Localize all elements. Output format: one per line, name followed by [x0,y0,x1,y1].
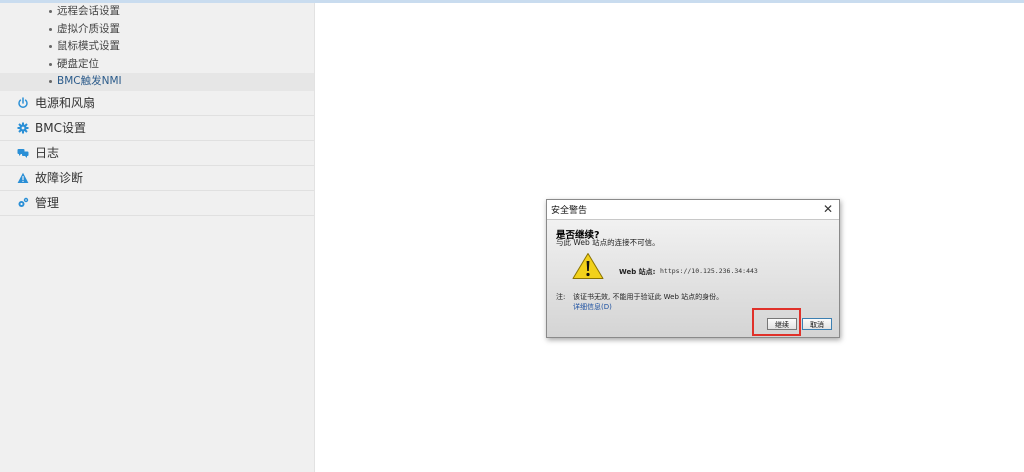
main-menu: 电源和风扇 BMC设置 日志 故障诊断 管理 [0,91,314,216]
bullet-icon [49,62,52,66]
warning-icon [572,253,604,279]
sidebar-item-diagnostics[interactable]: 故障诊断 [0,166,314,191]
sub-item-remote-session[interactable]: 远程会话设置 [0,3,314,21]
sidebar-item-management[interactable]: 管理 [0,191,314,216]
sidebar-item-log[interactable]: 日志 [0,141,314,166]
dialog-title: 安全警告 [551,206,588,216]
sub-item-label: BMC触发NMI [57,75,122,87]
dialog-titlebar: 安全警告 ✕ [547,200,839,220]
sub-menu: 远程会话设置 虚拟介质设置 鼠标模式设置 硬盘定位 BMC触发NMI [0,3,314,91]
site-url: https://10.125.236.34:443 [660,267,758,275]
sidebar-item-label: 故障诊断 [35,170,84,185]
bullet-icon [49,80,52,83]
warning-icon [17,172,29,183]
note-label: 注: [556,293,566,301]
sub-item-bmc-nmi[interactable]: BMC触发NMI [0,73,314,91]
sidebar: 远程会话设置 虚拟介质设置 鼠标模式设置 硬盘定位 BMC触发NMI 电源和风扇 [0,3,315,472]
details-link[interactable]: 详细信息(D) [573,302,612,312]
sidebar-item-label: 电源和风扇 [35,95,96,110]
power-icon [18,96,28,108]
note-text: 该证书无效, 不能用于验证此 Web 站点的身份。 [573,293,724,301]
site-label: Web 站点: [619,268,656,276]
dialog-subtitle: 与此 Web 站点的连接不可信。 [556,238,660,247]
sub-item-label: 远程会话设置 [57,5,120,17]
sub-item-mouse-mode[interactable]: 鼠标模式设置 [0,38,314,56]
close-icon[interactable]: ✕ [820,201,836,217]
sidebar-item-label: BMC设置 [35,120,86,135]
gear-icon [17,122,29,133]
bullet-icon [49,27,52,31]
sub-item-virtual-media[interactable]: 虚拟介质设置 [0,21,314,39]
highlight-box [752,308,801,336]
sub-item-label: 虚拟介质设置 [57,22,120,35]
sidebar-item-bmc-settings[interactable]: BMC设置 [0,116,314,141]
sub-item-label: 鼠标模式设置 [57,40,120,52]
bullet-icon [49,10,52,13]
chat-icon [17,148,29,158]
bullet-icon [49,45,52,48]
gears-icon [18,197,29,207]
sub-item-label: 硬盘定位 [57,57,99,70]
cancel-button[interactable]: 取消 [802,318,832,330]
sidebar-item-label: 日志 [35,145,60,160]
sidebar-item-label: 管理 [35,195,60,210]
sub-item-disk-locate[interactable]: 硬盘定位 [0,56,314,74]
sidebar-item-power-fan[interactable]: 电源和风扇 [0,91,314,116]
